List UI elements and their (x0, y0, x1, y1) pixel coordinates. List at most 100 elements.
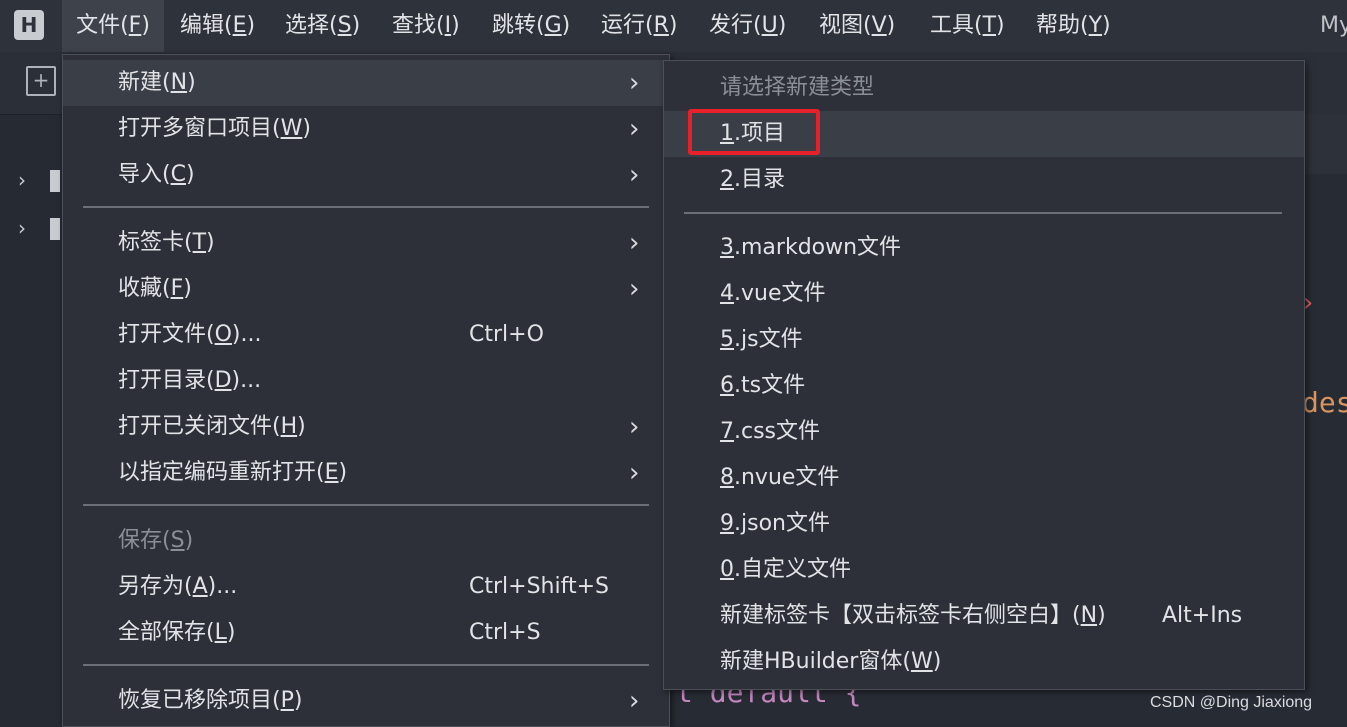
menu-item-save[interactable]: 保存(S) (63, 518, 669, 564)
menu-goto-end: ) (561, 13, 571, 38)
menu-item-open-directory-label: 打开目录(D)... (118, 368, 262, 393)
submenu-item-ts-label: 6.ts文件 (720, 373, 806, 398)
menu-publish[interactable]: 发行(U) (709, 0, 786, 52)
menu-select-end: ) (351, 13, 361, 38)
menu-item-save-all-label: 全部保存(L) (118, 620, 236, 645)
menu-tools-key: T (982, 13, 997, 38)
menu-goto[interactable]: 跳转(G) (492, 0, 570, 52)
menu-file-end: ) (141, 13, 150, 38)
menu-file-label: 文件( (76, 13, 129, 38)
submenu-header-label: 请选择新建类型 (720, 75, 875, 100)
chevron-right-icon: › (629, 274, 640, 304)
submenu-item-css-label: 7.css文件 (720, 419, 821, 444)
menu-tools-end: ) (996, 13, 1005, 38)
file-menu-dropdown: 新建(N) › 打开多窗口项目(W) › 导入(C) › 标签卡(T) › 收藏… (62, 54, 670, 727)
submenu-item-js[interactable]: 5.js文件 (664, 317, 1304, 363)
menu-item-tabs-label: 标签卡(T) (118, 230, 215, 255)
menu-select-key: S (337, 13, 352, 38)
submenu-item-custom-file[interactable]: 0.自定义文件 (664, 547, 1304, 593)
menu-tools[interactable]: 工具(T) (930, 0, 1005, 52)
submenu-item-directory[interactable]: 2.目录 (664, 157, 1304, 203)
menu-item-open-multi-window-project[interactable]: 打开多窗口项目(W) › (63, 106, 669, 152)
menu-item-save-all-shortcut: Ctrl+S (469, 620, 541, 645)
menu-goto-label: 跳转( (492, 13, 545, 38)
submenu-item-new-tab-label: 新建标签卡【双击标签卡右侧空白】(N) (720, 603, 1106, 628)
chevron-right-icon: › (629, 228, 640, 258)
menu-run[interactable]: 运行(R) (601, 0, 677, 52)
menu-item-new-label: 新建(N) (118, 70, 196, 95)
submenu-item-new-tab-shortcut: Alt+Ins (1162, 603, 1243, 628)
menu-select[interactable]: 选择(S) (285, 0, 360, 52)
submenu-item-vue[interactable]: 4.vue文件 (664, 271, 1304, 317)
project-folder-icon (50, 218, 60, 240)
submenu-item-js-label: 5.js文件 (720, 327, 803, 352)
code-fragment-des: des (1302, 386, 1347, 419)
tree-expand-icon[interactable]: › (18, 168, 26, 192)
chevron-right-icon: › (629, 68, 640, 98)
menu-item-open-directory[interactable]: 打开目录(D)... (63, 358, 669, 404)
logo-text: H (20, 13, 38, 37)
submenu-item-ts[interactable]: 6.ts文件 (664, 363, 1304, 409)
menu-separator (83, 206, 649, 208)
menu-view[interactable]: 视图(V) (819, 0, 895, 52)
submenu-item-nvue-label: 8.nvue文件 (720, 465, 840, 490)
menu-publish-end: ) (777, 13, 787, 38)
menu-run-key: R (653, 13, 669, 38)
menu-view-end: ) (886, 13, 896, 38)
menu-item-reopen-with-encoding[interactable]: 以指定编码重新打开(E) › (63, 450, 669, 496)
menu-item-open-closed-file[interactable]: 打开已关闭文件(H) › (63, 404, 669, 450)
menu-item-restore-removed-project[interactable]: 恢复已移除项目(P) › (63, 678, 669, 724)
menu-edit-key: E (232, 13, 247, 38)
submenu-item-custom-file-label: 0.自定义文件 (720, 557, 851, 582)
menu-tools-label: 工具( (930, 13, 983, 38)
menu-file-key: F (128, 13, 142, 38)
menu-item-save-as-label: 另存为(A)... (118, 574, 238, 599)
menu-separator (684, 212, 1282, 214)
menu-item-open-closed-file-label: 打开已关闭文件(H) (118, 414, 306, 439)
menu-edit-label: 编辑( (180, 13, 233, 38)
submenu-item-directory-label: 2.目录 (720, 167, 785, 192)
submenu-item-new-tab[interactable]: 新建标签卡【双击标签卡右侧空白】(N) Alt+Ins (664, 593, 1304, 639)
menu-view-label: 视图( (819, 13, 872, 38)
menu-find[interactable]: 查找(I) (392, 0, 460, 52)
menu-publish-label: 发行( (709, 13, 762, 38)
menu-item-save-as[interactable]: 另存为(A)... Ctrl+Shift+S (63, 564, 669, 610)
menu-edit-end: ) (246, 13, 256, 38)
chevron-right-icon: › (629, 412, 640, 442)
highlight-annotation-box (688, 109, 820, 155)
menu-separator (83, 664, 649, 666)
menu-item-new[interactable]: 新建(N) › (63, 60, 669, 106)
submenu-item-markdown[interactable]: 3.markdown文件 (664, 225, 1304, 271)
submenu-item-json[interactable]: 9.json文件 (664, 501, 1304, 547)
tree-expand-icon[interactable]: › (18, 216, 26, 240)
menu-help-label: 帮助( (1036, 13, 1089, 38)
menu-help-end: ) (1102, 13, 1111, 38)
menu-item-open-file-shortcut: Ctrl+O (469, 322, 544, 347)
menu-item-favorites[interactable]: 收藏(F) › (63, 266, 669, 312)
menu-item-import-label: 导入(C) (118, 162, 195, 187)
menu-edit[interactable]: 编辑(E) (180, 0, 255, 52)
menu-item-open-file[interactable]: 打开文件(O)... Ctrl+O (63, 312, 669, 358)
submenu-item-nvue[interactable]: 8.nvue文件 (664, 455, 1304, 501)
menu-help[interactable]: 帮助(Y) (1036, 0, 1111, 52)
chevron-right-icon: › (629, 686, 640, 716)
menu-item-tabs[interactable]: 标签卡(T) › (63, 220, 669, 266)
menu-item-restore-removed-project-label: 恢复已移除项目(P) (118, 688, 303, 713)
menu-select-label: 选择( (285, 13, 338, 38)
submenu-header: 请选择新建类型 (664, 65, 1304, 111)
chevron-right-icon: › (629, 160, 640, 190)
new-file-icon[interactable]: + (26, 66, 56, 96)
menu-item-import[interactable]: 导入(C) › (63, 152, 669, 198)
submenu-item-css[interactable]: 7.css文件 (664, 409, 1304, 455)
menu-item-save-all[interactable]: 全部保存(L) Ctrl+S (63, 610, 669, 656)
menu-item-open-file-label: 打开文件(O)... (118, 322, 262, 347)
menu-item-open-multi-window-project-label: 打开多窗口项目(W) (118, 116, 311, 141)
menu-view-key: V (871, 13, 887, 38)
menu-item-save-label: 保存(S) (118, 528, 194, 553)
window-title-fragment: My (1320, 13, 1347, 38)
menu-file[interactable]: 文件(F) (62, 0, 164, 52)
submenu-item-new-window[interactable]: 新建HBuilder窗体(W) (664, 639, 1304, 685)
hbuilder-logo-icon[interactable]: H (14, 10, 44, 40)
chevron-right-icon: › (629, 114, 640, 144)
submenu-item-markdown-label: 3.markdown文件 (720, 235, 902, 260)
